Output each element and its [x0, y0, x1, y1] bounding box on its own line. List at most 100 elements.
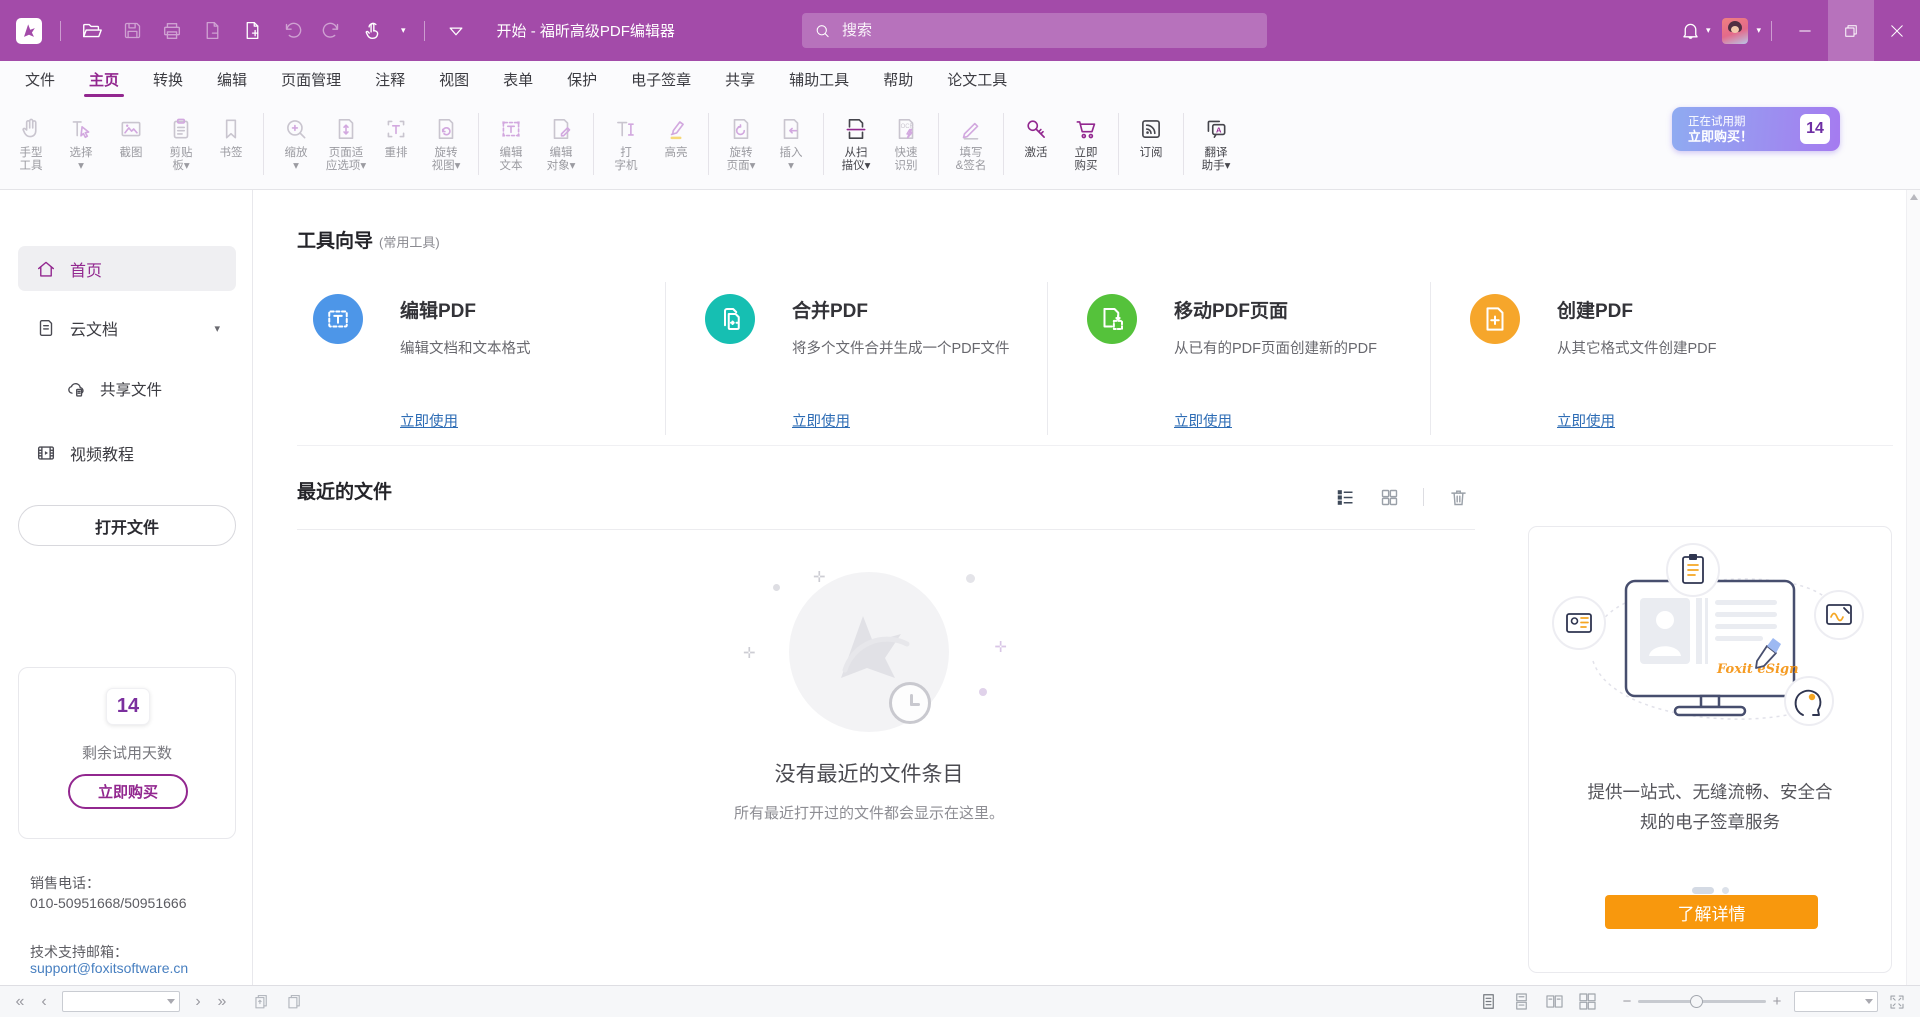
- menu-organize[interactable]: 页面管理: [264, 61, 358, 98]
- tool-edit-text[interactable]: 编辑文本: [486, 114, 536, 174]
- use-now-link[interactable]: 立即使用: [1557, 410, 1615, 431]
- new-document-icon[interactable]: [239, 18, 265, 44]
- user-avatar[interactable]: [1722, 18, 1748, 44]
- close-document-icon[interactable]: [199, 18, 225, 44]
- tool-activate[interactable]: 激活: [1011, 114, 1061, 174]
- single-page-view-icon[interactable]: [1479, 992, 1498, 1011]
- trial-badge[interactable]: 正在试用期 立即购买！ 14: [1672, 107, 1840, 151]
- trash-icon[interactable]: [1446, 485, 1470, 509]
- account-caret-icon[interactable]: ▾: [1756, 25, 1761, 36]
- close-button[interactable]: [1874, 0, 1920, 61]
- zoom-combo-caret-icon[interactable]: [1865, 999, 1873, 1004]
- tool-ocr[interactable]: OCR 快速识别: [881, 114, 931, 174]
- first-page-button[interactable]: «: [8, 993, 32, 1011]
- card-merge-pdf[interactable]: 合并PDF 将多个文件合并生成一个PDF文件 立即使用: [665, 282, 1047, 435]
- card-create-pdf[interactable]: 创建PDF 从其它格式文件创建PDF 立即使用: [1430, 282, 1893, 435]
- use-now-link[interactable]: 立即使用: [400, 410, 458, 431]
- restore-button[interactable]: [1828, 0, 1874, 61]
- sidebar-item-home[interactable]: 首页: [18, 246, 236, 291]
- support-email-link[interactable]: support@foxitsoftware.cn: [30, 960, 188, 976]
- open-file-icon[interactable]: [79, 18, 105, 44]
- tool-subscribe[interactable]: 订阅: [1126, 114, 1176, 174]
- page-number-combo[interactable]: [62, 991, 180, 1012]
- last-page-button[interactable]: »: [210, 993, 234, 1011]
- learn-more-button[interactable]: 了解详情: [1605, 895, 1818, 929]
- tool-zoom[interactable]: 缩放▾: [271, 114, 321, 174]
- carousel-dots[interactable]: [1529, 887, 1891, 894]
- cloud-docs-caret-icon[interactable]: ▾: [214, 322, 220, 335]
- prev-view-icon[interactable]: [252, 992, 271, 1011]
- tool-reflow[interactable]: 重排: [371, 114, 421, 174]
- grid-view-icon[interactable]: [1377, 485, 1401, 509]
- tool-clipboard[interactable]: 剪贴板▾: [156, 114, 206, 174]
- sidebar-item-shared-files[interactable]: 共享文件: [48, 368, 236, 410]
- menu-file[interactable]: 文件: [8, 61, 72, 98]
- tool-buy-now[interactable]: 立即购买: [1061, 114, 1111, 174]
- menu-form[interactable]: 表单: [486, 61, 550, 98]
- print-icon[interactable]: [159, 18, 185, 44]
- notifications-bell-icon[interactable]: [1678, 18, 1704, 44]
- fullscreen-icon[interactable]: [1888, 993, 1906, 1011]
- zoom-in-button[interactable]: +: [1770, 993, 1784, 1010]
- carousel-dot-active[interactable]: [1692, 887, 1714, 894]
- touch-mode-icon[interactable]: [359, 18, 385, 44]
- notifications-caret-icon[interactable]: ▾: [1706, 25, 1711, 36]
- zoom-out-button[interactable]: −: [1620, 993, 1634, 1010]
- menu-protect[interactable]: 保护: [550, 61, 614, 98]
- menu-comment[interactable]: 注释: [358, 61, 422, 98]
- next-view-icon[interactable]: [285, 992, 304, 1011]
- tool-select[interactable]: 选择▾: [56, 114, 106, 174]
- buy-now-button[interactable]: 立即购买: [68, 774, 188, 809]
- tool-typewriter[interactable]: 打字机: [601, 114, 651, 174]
- tool-translate-assistant[interactable]: A 翻译助手▾: [1191, 114, 1241, 174]
- open-file-button[interactable]: 打开文件: [18, 505, 236, 546]
- menu-view[interactable]: 视图: [422, 61, 486, 98]
- save-icon[interactable]: [119, 18, 145, 44]
- page-number-input[interactable]: [63, 992, 179, 1011]
- menu-esign[interactable]: 电子签章: [614, 61, 708, 98]
- menu-share[interactable]: 共享: [708, 61, 772, 98]
- sidebar-item-video-tutorials[interactable]: 视频教程: [18, 430, 236, 475]
- facing-continuous-view-icon[interactable]: [1578, 992, 1597, 1011]
- next-page-button[interactable]: ›: [186, 993, 210, 1011]
- zoom-slider[interactable]: [1638, 1000, 1766, 1003]
- tool-rotate-pages[interactable]: 旋转页面▾: [716, 114, 766, 174]
- prev-page-button[interactable]: ‹: [32, 993, 56, 1011]
- menu-accessibility[interactable]: 辅助工具: [772, 61, 866, 98]
- facing-view-icon[interactable]: [1545, 992, 1564, 1011]
- vertical-scrollbar[interactable]: [1906, 190, 1920, 985]
- continuous-view-icon[interactable]: [1512, 992, 1531, 1011]
- use-now-link[interactable]: 立即使用: [792, 410, 850, 431]
- tool-from-scanner[interactable]: 从扫描仪▾: [831, 114, 881, 174]
- collapse-ribbon-icon[interactable]: [443, 18, 469, 44]
- menu-convert[interactable]: 转换: [136, 61, 200, 98]
- tool-fill-sign[interactable]: 填写&签名: [946, 114, 996, 174]
- tool-bookmark[interactable]: 书签: [206, 114, 256, 174]
- menu-edit[interactable]: 编辑: [200, 61, 264, 98]
- search-input[interactable]: [840, 21, 1255, 40]
- menu-home[interactable]: 主页: [72, 61, 136, 98]
- use-now-link[interactable]: 立即使用: [1174, 410, 1232, 431]
- menu-help[interactable]: 帮助: [866, 61, 930, 98]
- redo-icon[interactable]: [319, 18, 345, 44]
- tool-edit-object[interactable]: 编辑对象▾: [536, 114, 586, 174]
- tool-hand[interactable]: 手型工具: [6, 114, 56, 174]
- carousel-dot[interactable]: [1722, 887, 1729, 894]
- tool-highlight[interactable]: 高亮: [651, 114, 701, 174]
- menu-paper-tools[interactable]: 论文工具: [930, 61, 1024, 98]
- page-combo-caret-icon[interactable]: [167, 999, 175, 1004]
- touch-mode-caret-icon[interactable]: ▾: [401, 25, 406, 36]
- scrollbar-up-arrow-icon[interactable]: [1910, 194, 1918, 200]
- tool-rotate-view[interactable]: 旋转视图▾: [421, 114, 471, 174]
- tool-fit-page[interactable]: 页面适应选项▾: [321, 114, 371, 174]
- zoom-slider-thumb[interactable]: [1690, 995, 1703, 1008]
- search-box[interactable]: [802, 13, 1267, 48]
- card-edit-pdf[interactable]: 编辑PDF 编辑文档和文本格式 立即使用: [297, 282, 665, 435]
- tool-insert-pages[interactable]: 插入▾: [766, 114, 816, 174]
- minimize-button[interactable]: [1782, 0, 1828, 61]
- sidebar-item-cloud-docs[interactable]: 云文档 ▾: [18, 306, 236, 350]
- list-view-icon[interactable]: [1333, 485, 1357, 509]
- undo-icon[interactable]: [279, 18, 305, 44]
- tool-snapshot[interactable]: 截图: [106, 114, 156, 174]
- zoom-percent-combo[interactable]: [1794, 991, 1878, 1012]
